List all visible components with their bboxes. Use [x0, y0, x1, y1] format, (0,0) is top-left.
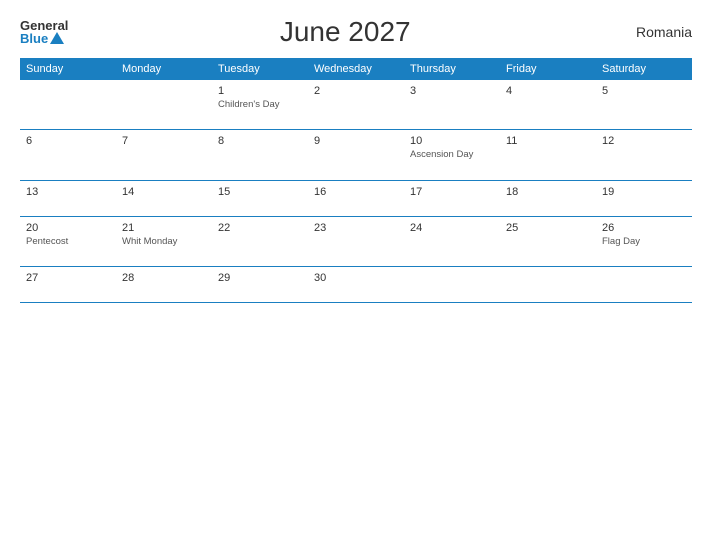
day-number: 23	[314, 222, 398, 234]
day-of-week-header: Thursday	[404, 58, 500, 80]
calendar-cell: 10 Ascension Day	[404, 130, 500, 180]
calendar-cell: 13	[20, 180, 116, 216]
day-number: 22	[218, 222, 302, 234]
country-label: Romania	[622, 24, 692, 40]
day-number: 13	[26, 186, 110, 198]
calendar-cell: 2	[308, 80, 404, 130]
day-number: 2	[314, 85, 398, 97]
calendar-cell: 26 Flag Day	[596, 216, 692, 266]
calendar-cell: 17	[404, 180, 500, 216]
day-number: 7	[122, 135, 206, 147]
day-number: 21	[122, 222, 206, 234]
calendar-page: General Blue June 2027 Romania SundayMon…	[0, 0, 712, 550]
calendar-cell: 8	[212, 130, 308, 180]
day-number: 3	[410, 85, 494, 97]
day-of-week-header: Saturday	[596, 58, 692, 80]
day-number: 14	[122, 186, 206, 198]
holiday-label: Children's Day	[218, 99, 302, 111]
day-number: 11	[506, 135, 590, 147]
day-number: 18	[506, 186, 590, 198]
day-number: 17	[410, 186, 494, 198]
holiday-label: Flag Day	[602, 236, 686, 248]
calendar-cell: 12	[596, 130, 692, 180]
calendar-cell: 28	[116, 267, 212, 303]
calendar-cell	[404, 267, 500, 303]
day-of-week-header: Monday	[116, 58, 212, 80]
calendar-cell: 20 Pentecost	[20, 216, 116, 266]
day-number: 24	[410, 222, 494, 234]
day-number: 12	[602, 135, 686, 147]
day-number: 27	[26, 272, 110, 284]
day-of-week-header: Tuesday	[212, 58, 308, 80]
logo-triangle-icon	[50, 32, 64, 44]
calendar-cell	[596, 267, 692, 303]
calendar-cell: 27	[20, 267, 116, 303]
day-number: 20	[26, 222, 110, 234]
calendar-cell: 30	[308, 267, 404, 303]
calendar-week-row: 6789 10 Ascension Day 11 12	[20, 130, 692, 180]
calendar-cell: 5	[596, 80, 692, 130]
day-number: 5	[602, 85, 686, 97]
calendar-table: SundayMondayTuesdayWednesdayThursdayFrid…	[20, 58, 692, 303]
day-number: 16	[314, 186, 398, 198]
calendar-cell: 6	[20, 130, 116, 180]
calendar-cell: 1 Children's Day	[212, 80, 308, 130]
day-number: 29	[218, 272, 302, 284]
day-number: 8	[218, 135, 302, 147]
day-of-week-header: Friday	[500, 58, 596, 80]
calendar-cell: 3	[404, 80, 500, 130]
calendar-cell: 23	[308, 216, 404, 266]
calendar-cell: 16	[308, 180, 404, 216]
calendar-week-row: 27 28 29 30	[20, 267, 692, 303]
calendar-cell: 18	[500, 180, 596, 216]
calendar-cell	[116, 80, 212, 130]
day-number: 26	[602, 222, 686, 234]
logo: General Blue	[20, 19, 68, 45]
day-of-week-header: Sunday	[20, 58, 116, 80]
day-number: 30	[314, 272, 398, 284]
calendar-cell: 19	[596, 180, 692, 216]
calendar-cell: 29	[212, 267, 308, 303]
day-of-week-header: Wednesday	[308, 58, 404, 80]
calendar-header-row: SundayMondayTuesdayWednesdayThursdayFrid…	[20, 58, 692, 80]
calendar-cell: 25	[500, 216, 596, 266]
calendar-cell: 14	[116, 180, 212, 216]
header: General Blue June 2027 Romania	[20, 16, 692, 48]
holiday-label: Ascension Day	[410, 149, 494, 161]
day-number: 15	[218, 186, 302, 198]
calendar-cell	[20, 80, 116, 130]
day-number: 4	[506, 85, 590, 97]
calendar-cell: 11	[500, 130, 596, 180]
calendar-cell: 22	[212, 216, 308, 266]
page-title: June 2027	[68, 16, 622, 48]
day-number: 28	[122, 272, 206, 284]
holiday-label: Pentecost	[26, 236, 110, 248]
logo-blue-text: Blue	[20, 32, 64, 45]
calendar-cell: 21 Whit Monday	[116, 216, 212, 266]
holiday-label: Whit Monday	[122, 236, 206, 248]
calendar-cell: 9	[308, 130, 404, 180]
day-number: 1	[218, 85, 302, 97]
calendar-week-row: 20 Pentecost 21 Whit Monday 22 23 24 25 26 Flag D…	[20, 216, 692, 266]
day-number: 9	[314, 135, 398, 147]
calendar-cell: 4	[500, 80, 596, 130]
day-number: 10	[410, 135, 494, 147]
calendar-cell: 24	[404, 216, 500, 266]
calendar-cell	[500, 267, 596, 303]
calendar-cell: 15	[212, 180, 308, 216]
day-number: 6	[26, 135, 110, 147]
calendar-cell: 7	[116, 130, 212, 180]
calendar-week-row: 1 Children's Day 2345	[20, 80, 692, 130]
day-number: 25	[506, 222, 590, 234]
day-number: 19	[602, 186, 686, 198]
calendar-week-row: 13 14 15 16 17 18 19	[20, 180, 692, 216]
